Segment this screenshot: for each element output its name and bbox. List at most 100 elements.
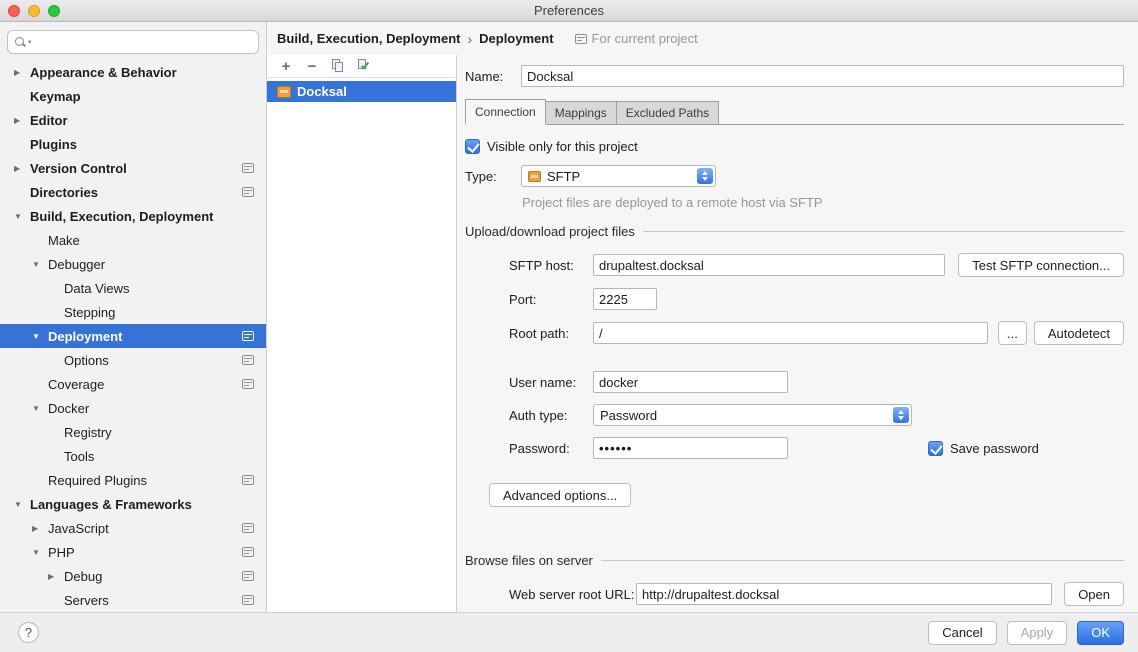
expand-arrow-icon[interactable]: ▶ xyxy=(14,164,30,173)
settings-search-input[interactable]: ▾ xyxy=(7,30,259,54)
sidebar-item-label: Build, Execution, Deployment xyxy=(30,209,213,224)
expand-arrow-icon[interactable]: ▶ xyxy=(14,68,30,77)
sidebar-item-build-execution-deployment[interactable]: ▼Build, Execution, Deployment xyxy=(0,204,266,228)
search-options-chevron-icon[interactable]: ▾ xyxy=(28,38,32,46)
test-sftp-connection-button[interactable]: Test SFTP connection... xyxy=(958,253,1124,277)
sidebar-item-php[interactable]: ▼PHP xyxy=(0,540,266,564)
sidebar-item-label: Editor xyxy=(30,113,68,128)
tab-excluded-paths[interactable]: Excluded Paths xyxy=(617,101,719,124)
sidebar-item-debugger[interactable]: ▼Debugger xyxy=(0,252,266,276)
sidebar-item-registry[interactable]: Registry xyxy=(0,420,266,444)
settings-sidebar: ▾ ▶Appearance & BehaviorKeymap▶EditorPlu… xyxy=(0,22,267,612)
separator-line xyxy=(643,231,1124,232)
sidebar-item-servers[interactable]: Servers xyxy=(0,588,266,612)
sidebar-item-directories[interactable]: Directories xyxy=(0,180,266,204)
sidebar-item-javascript[interactable]: ▶JavaScript xyxy=(0,516,266,540)
close-window-button[interactable] xyxy=(8,5,20,17)
sidebar-item-label: Coverage xyxy=(48,377,104,392)
add-server-icon[interactable]: + xyxy=(279,59,293,73)
expand-arrow-icon[interactable]: ▶ xyxy=(32,524,48,533)
per-project-settings-icon xyxy=(242,163,254,173)
sidebar-item-label: Registry xyxy=(64,425,112,440)
browse-root-path-button[interactable]: ... xyxy=(998,321,1027,345)
sidebar-item-label: Version Control xyxy=(30,161,127,176)
open-button[interactable]: Open xyxy=(1064,582,1124,606)
sidebar-item-label: Deployment xyxy=(48,329,122,344)
per-project-settings-icon xyxy=(242,595,254,605)
collapse-arrow-icon[interactable]: ▼ xyxy=(32,548,48,557)
port-input[interactable] xyxy=(593,288,657,310)
cancel-button[interactable]: Cancel xyxy=(928,621,996,645)
help-button[interactable]: ? xyxy=(18,622,39,643)
collapse-arrow-icon[interactable]: ▼ xyxy=(14,212,30,221)
breadcrumb-separator-icon: › xyxy=(467,31,472,47)
per-project-settings-icon xyxy=(242,547,254,557)
sidebar-item-debug[interactable]: ▶Debug xyxy=(0,564,266,588)
sidebar-item-deployment[interactable]: ▼Deployment xyxy=(0,324,266,348)
user-name-input[interactable] xyxy=(593,371,788,393)
collapse-arrow-icon[interactable]: ▼ xyxy=(32,332,48,341)
breadcrumb-build-execution-deployment[interactable]: Build, Execution, Deployment xyxy=(277,31,460,46)
auth-type-dropdown[interactable]: Password xyxy=(593,404,912,426)
collapse-arrow-icon[interactable]: ▼ xyxy=(14,500,30,509)
sidebar-item-label: PHP xyxy=(48,545,75,560)
per-project-settings-icon xyxy=(242,331,254,341)
save-password-checkbox[interactable] xyxy=(928,441,943,456)
sftp-server-icon xyxy=(277,86,291,98)
sftp-host-label: SFTP host: xyxy=(509,258,593,273)
breadcrumb-deployment[interactable]: Deployment xyxy=(479,31,553,46)
ok-button[interactable]: OK xyxy=(1077,621,1124,645)
sidebar-item-make[interactable]: Make xyxy=(0,228,266,252)
sidebar-item-docker[interactable]: ▼Docker xyxy=(0,396,266,420)
settings-tree: ▶Appearance & BehaviorKeymap▶EditorPlugi… xyxy=(0,58,266,612)
deployment-form: Name: ConnectionMappingsExcluded Paths V… xyxy=(457,55,1138,612)
collapse-arrow-icon[interactable]: ▼ xyxy=(32,404,48,413)
sidebar-item-keymap[interactable]: Keymap xyxy=(0,84,266,108)
sidebar-item-label: Directories xyxy=(30,185,98,200)
type-dropdown[interactable]: SFTP xyxy=(521,165,716,187)
sidebar-item-plugins[interactable]: Plugins xyxy=(0,132,266,156)
port-label: Port: xyxy=(509,292,593,307)
dropdown-stepper-icon xyxy=(697,168,713,184)
root-path-input[interactable] xyxy=(593,322,988,344)
apply-button[interactable]: Apply xyxy=(1007,621,1068,645)
tab-mappings[interactable]: Mappings xyxy=(546,101,617,124)
visible-only-checkbox[interactable] xyxy=(465,139,480,154)
advanced-options-button[interactable]: Advanced options... xyxy=(489,483,631,507)
use-as-default-icon[interactable] xyxy=(357,59,371,73)
name-input[interactable] xyxy=(521,65,1124,87)
dialog-footer: ? Cancel Apply OK xyxy=(0,612,1138,652)
sidebar-item-label: Docker xyxy=(48,401,89,416)
sidebar-item-languages-frameworks[interactable]: ▼Languages & Frameworks xyxy=(0,492,266,516)
sftp-host-input[interactable] xyxy=(593,254,945,276)
sidebar-item-coverage[interactable]: Coverage xyxy=(0,372,266,396)
sidebar-item-appearance-behavior[interactable]: ▶Appearance & Behavior xyxy=(0,60,266,84)
zoom-window-button[interactable] xyxy=(48,5,60,17)
minimize-window-button[interactable] xyxy=(28,5,40,17)
collapse-arrow-icon[interactable]: ▼ xyxy=(32,260,48,269)
sidebar-item-version-control[interactable]: ▶Version Control xyxy=(0,156,266,180)
autodetect-button[interactable]: Autodetect xyxy=(1034,321,1124,345)
sidebar-item-data-views[interactable]: Data Views xyxy=(0,276,266,300)
sidebar-item-label: Keymap xyxy=(30,89,81,104)
type-value: SFTP xyxy=(547,169,580,184)
tab-connection[interactable]: Connection xyxy=(465,99,546,125)
sidebar-item-stepping[interactable]: Stepping xyxy=(0,300,266,324)
web-server-root-url-label: Web server root URL: xyxy=(509,587,636,602)
sidebar-item-tools[interactable]: Tools xyxy=(0,444,266,468)
duplicate-server-icon[interactable] xyxy=(331,59,345,73)
expand-arrow-icon[interactable]: ▶ xyxy=(14,116,30,125)
save-password-group: Save password xyxy=(928,441,1039,456)
sidebar-item-required-plugins[interactable]: Required Plugins xyxy=(0,468,266,492)
password-label: Password: xyxy=(509,441,593,456)
expand-arrow-icon[interactable]: ▶ xyxy=(48,572,64,581)
web-server-root-url-input[interactable] xyxy=(636,583,1052,605)
traffic-lights xyxy=(8,5,60,17)
sidebar-item-options[interactable]: Options xyxy=(0,348,266,372)
password-input[interactable] xyxy=(593,437,788,459)
remove-server-icon[interactable]: − xyxy=(305,59,319,73)
separator-line xyxy=(601,560,1124,561)
server-item-docksal[interactable]: Docksal xyxy=(267,81,456,102)
sidebar-item-editor[interactable]: ▶Editor xyxy=(0,108,266,132)
upload-section-header: Upload/download project files xyxy=(465,224,1124,239)
